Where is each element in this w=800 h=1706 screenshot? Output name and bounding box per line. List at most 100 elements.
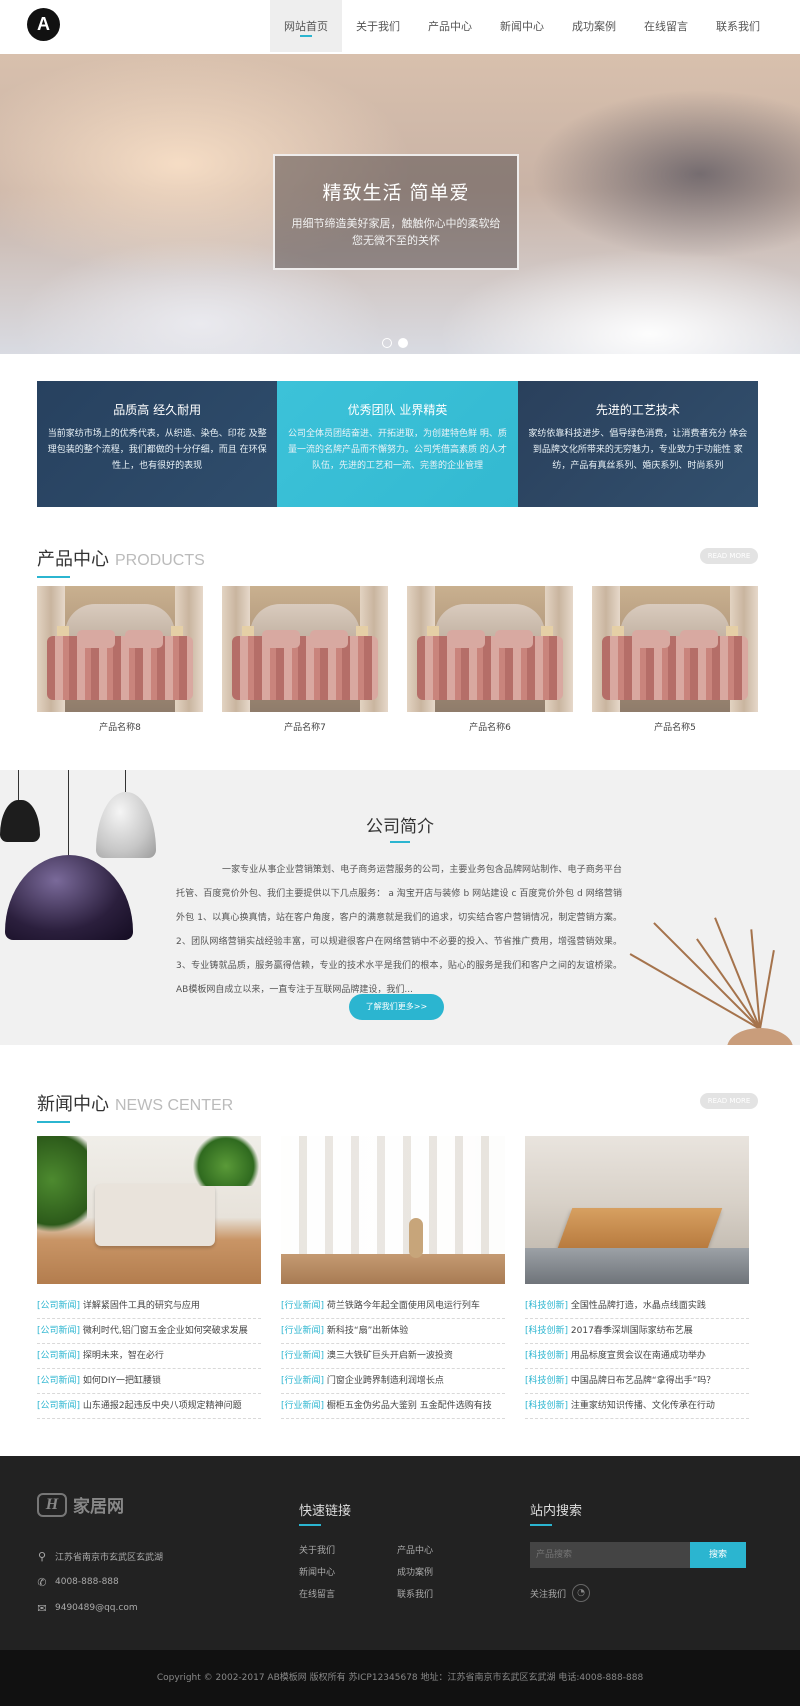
news-item[interactable]: [科技创新] 中国品牌日布艺品牌“拿得出手”吗？ [525,1369,749,1394]
news-tag: [公司新闻] [37,1351,81,1361]
follow-label: 关注我们 [530,1589,567,1600]
feature-title: 品质高 经久耐用 [113,403,202,417]
product-card[interactable]: 产品名称6 [407,586,573,733]
hero-subtitle: 用细节缔造美好家居，触触你心中的柔软给您无微不至的关怀 [291,217,501,247]
product-image[interactable] [407,586,573,712]
news-read-more-button[interactable]: READ MORE [700,1093,758,1109]
news-tag: [行业新闻] [281,1351,325,1361]
feature-card-team[interactable]: 优秀团队 业界精英 公司全体员团结奋进、开拓进取，为创建特色鲜 明、质量一流的名… [277,381,518,507]
news-item[interactable]: [公司新闻] 探明未来，智在必行 [37,1344,261,1369]
contact-address: ⚲ 江苏省南京市玄武区玄武湖 [37,1543,163,1569]
news-image[interactable] [37,1136,261,1284]
product-image[interactable] [222,586,388,712]
product-image[interactable] [592,586,758,712]
news-tag: [行业新闻] [281,1401,325,1411]
search-input[interactable] [530,1542,690,1568]
news-item[interactable]: [公司新闻] 山东通报2起违反中央八项规定精神问题 [37,1394,261,1419]
nav-item-products[interactable]: 产品中心 [414,0,486,52]
product-card[interactable]: 产品名称8 [37,586,203,733]
mail-icon: ✉ [37,1601,47,1615]
news-item[interactable]: [行业新闻] 荷兰铁路今年起全面使用风电运行列车 [281,1294,505,1319]
feature-card-quality[interactable]: 品质高 经久耐用 当前家纺市场上的优秀代表，从织造、染色、印花 及整理包装的整个… [37,381,278,507]
footer-link-contact[interactable]: 联系我们 [397,1587,477,1600]
news-tag: [科技创新] [525,1301,569,1311]
news-list: [公司新闻] 详解紧固件工具的研究与应用 [公司新闻] 微利时代,铝门窗五金企业… [37,1136,749,1419]
contact-phone: ✆ 4008-888-888 [37,1569,163,1595]
product-card[interactable]: 产品名称7 [222,586,388,733]
footer-contact: ⚲ 江苏省南京市玄武区玄武湖 ✆ 4008-888-888 ✉ 9490489@qq.… [37,1543,163,1621]
nav-item-news[interactable]: 新闻中心 [486,0,558,52]
news-item[interactable]: [行业新闻] 门窗企业跨界制造利润增长点 [281,1369,505,1394]
footer-link-about[interactable]: 关于我们 [299,1543,397,1556]
about-section: 公司简介 一家专业从事企业营销策划、电子商务运营服务的公司，主要业务包含品牌网站… [0,770,800,1045]
feature-text: 公司全体员团结奋进、开拓进取，为创建特色鲜 明、质量一流的名牌产品而不懈努力。公… [288,429,507,471]
news-title: 橱柜五金伪劣品大鉴别 五金配件选购有技 [326,1401,492,1411]
slider-dot-2[interactable] [398,338,408,348]
slider-dot-1[interactable] [382,338,392,348]
news-tag: [公司新闻] [37,1401,81,1411]
product-image[interactable] [37,586,203,712]
nav-item-about[interactable]: 关于我们 [342,0,414,52]
news-item[interactable]: [科技创新] 注重家纺知识传播、文化传承在行动 [525,1394,749,1419]
footer-brand: 家居网 [73,1497,124,1517]
products-section-header: 产品中心 PRODUCTS READ MORE [37,545,758,581]
product-name[interactable]: 产品名称8 [37,720,203,733]
site-logo[interactable]: A [27,8,60,41]
products-read-more-button[interactable]: READ MORE [700,548,758,564]
news-title: 荷兰铁路今年起全面使用风电运行列车 [326,1301,480,1311]
news-tag: [公司新闻] [37,1376,81,1386]
news-column-tech: [科技创新] 全国性品牌打造，水晶点线面实践 [科技创新] 2017春季深圳国际… [525,1136,749,1419]
footer-link-cases[interactable]: 成功案例 [397,1565,477,1578]
nav-item-message[interactable]: 在线留言 [630,0,702,52]
logo-mark: A [37,14,50,34]
news-title: 澳三大铁矿巨头开启新一波投资 [326,1351,453,1361]
section-title-en: NEWS CENTER [115,1097,234,1114]
news-title: 门窗企业跨界制造利润增长点 [326,1376,444,1386]
news-tag: [科技创新] [525,1376,569,1386]
news-item[interactable]: [行业新闻] 澳三大铁矿巨头开启新一波投资 [281,1344,505,1369]
news-item[interactable]: [公司新闻] 如何DIY一把缸腰锁 [37,1369,261,1394]
about-more-button[interactable]: 了解我们更多>> [349,994,444,1020]
site-search: 搜索 [530,1542,746,1568]
news-title: 新科技“扇”出新体验 [326,1326,409,1336]
search-button[interactable]: 搜索 [690,1542,746,1568]
news-item[interactable]: [行业新闻] 橱柜五金伪劣品大鉴别 五金配件选购有技 [281,1394,505,1419]
news-title: 中国品牌日布艺品牌“拿得出手”吗？ [570,1376,716,1386]
product-name[interactable]: 产品名称6 [407,720,573,733]
news-item[interactable]: [行业新闻] 新科技“扇”出新体验 [281,1319,505,1344]
feature-strip: 品质高 经久耐用 当前家纺市场上的优秀代表，从织造、染色、印花 及整理包装的整个… [37,381,758,507]
nav-item-home[interactable]: 网站首页 [270,0,342,52]
news-item[interactable]: [公司新闻] 详解紧固件工具的研究与应用 [37,1294,261,1319]
news-tag: [科技创新] [525,1351,569,1361]
news-image[interactable] [525,1136,749,1284]
footer-logo[interactable]: H 家居网 [37,1492,124,1517]
news-tag: [行业新闻] [281,1326,325,1336]
about-title: 公司简介 [366,817,434,837]
footer-link-products[interactable]: 产品中心 [397,1543,477,1556]
news-tag: [公司新闻] [37,1326,81,1336]
feature-card-technology[interactable]: 先进的工艺技术 家纺依靠科技进步、倡导绿色消费，让消费者充分 体会到品牌文化所带… [517,381,758,507]
product-name[interactable]: 产品名称7 [222,720,388,733]
news-title: 用品标度宣贯会议在南通成功举办 [570,1351,706,1361]
footer-link-news[interactable]: 新闻中心 [299,1565,397,1578]
nav-item-contact[interactable]: 联系我们 [702,0,774,52]
copyright-bar: Copyright © 2002-2017 AB模板网 版权所有 苏ICP123… [0,1650,800,1706]
quick-links: 关于我们 产品中心 新闻中心 成功案例 在线留言 联系我们 [299,1543,479,1600]
hero-caption: 精致生活 简单爱 用细节缔造美好家居，触触你心中的柔软给您无微不至的关怀 [273,154,519,270]
news-tag: [科技创新] [525,1401,569,1411]
news-image[interactable] [281,1136,505,1284]
news-item[interactable]: [公司新闻] 微利时代,铝门窗五金企业如何突破求发展 [37,1319,261,1344]
news-tag: [科技创新] [525,1326,569,1336]
section-underline [37,1121,70,1123]
product-name[interactable]: 产品名称5 [592,720,758,733]
nav-item-cases[interactable]: 成功案例 [558,0,630,52]
wechat-icon[interactable]: ◔ [572,1584,591,1602]
news-item[interactable]: [科技创新] 用品标度宣贯会议在南通成功举办 [525,1344,749,1369]
news-title: 山东通报2起违反中央八项规定精神问题 [82,1401,242,1411]
news-item[interactable]: [科技创新] 全国性品牌打造，水晶点线面实践 [525,1294,749,1319]
footer-link-message[interactable]: 在线留言 [299,1587,397,1600]
hero-banner: 精致生活 简单爱 用细节缔造美好家居，触触你心中的柔软给您无微不至的关怀 [0,54,800,354]
news-item[interactable]: [科技创新] 2017春季深圳国际家纺布艺展 [525,1319,749,1344]
news-column-company: [公司新闻] 详解紧固件工具的研究与应用 [公司新闻] 微利时代,铝门窗五金企业… [37,1136,261,1419]
product-card[interactable]: 产品名称5 [592,586,758,733]
